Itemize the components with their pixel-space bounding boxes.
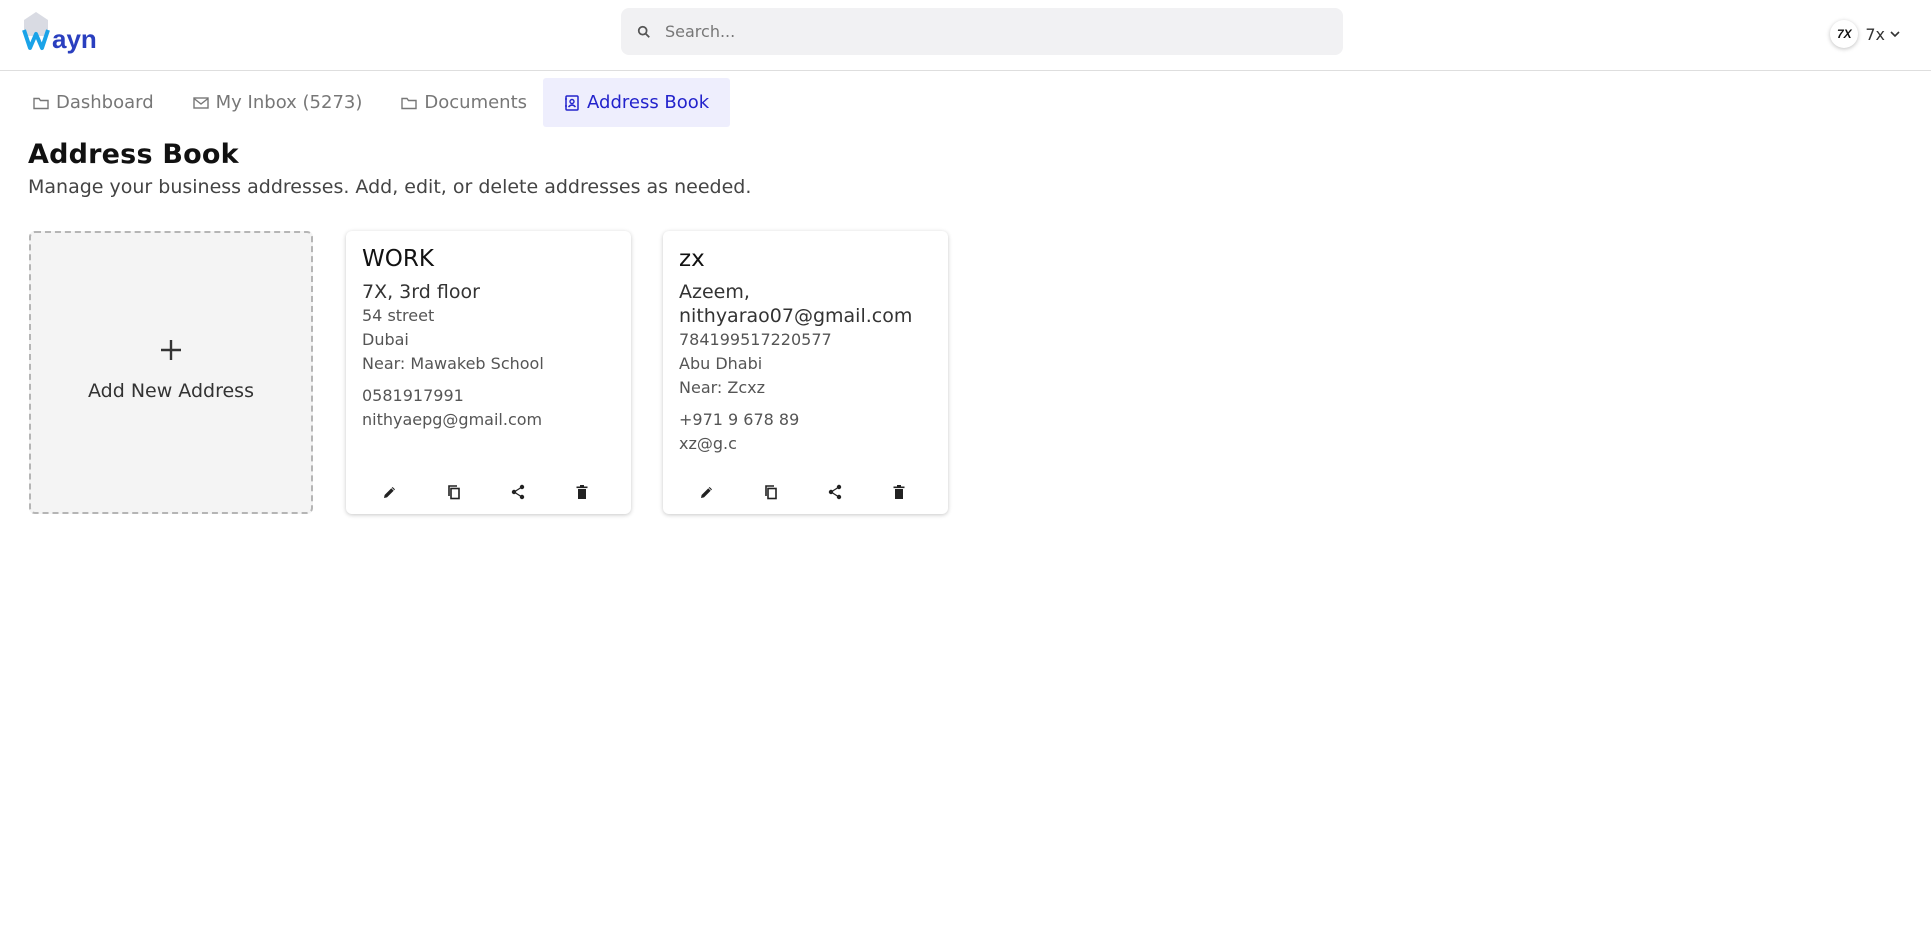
copy-icon (448, 485, 460, 500)
tab-label: Dashboard (56, 92, 154, 113)
address-card: zx Azeem, nithyarao07@gmail.com 78419951… (663, 231, 948, 514)
contact-book-icon (565, 94, 579, 111)
address-line-1-cont: nithyarao07@gmail.com (679, 305, 913, 327)
svg-text:ayn: ayn (52, 24, 97, 54)
address-email: nithyaepg@gmail.com (362, 410, 543, 429)
plus-icon (161, 340, 181, 360)
search-input[interactable] (665, 16, 1305, 47)
address-card: WORK 7X, 3rd floor 54 street Dubai Near:… (346, 231, 631, 514)
address-phone: +971 9 678 89 (679, 410, 800, 429)
share-button[interactable] (510, 484, 526, 500)
wayn-logo[interactable]: ayn (22, 10, 142, 54)
address-details: 7X, 3rd floor 54 street Dubai Near: Mawa… (362, 280, 622, 432)
folder-icon (401, 97, 418, 109)
wayn-logo-graphic: ayn (22, 12, 97, 54)
add-new-address-label: Add New Address (88, 380, 254, 402)
edit-button[interactable] (382, 484, 398, 500)
edit-icon (701, 487, 712, 498)
address-line-3: Abu Dhabi (679, 354, 763, 373)
copy-button[interactable] (763, 484, 779, 500)
share-icon (511, 484, 525, 500)
address-line-4: Near: Zcxz (679, 378, 766, 397)
page-title: Address Book (28, 139, 239, 170)
tab-address-book[interactable]: Address Book (543, 78, 731, 127)
search-bar[interactable] (621, 8, 1343, 55)
tab-label: Address Book (587, 92, 710, 113)
delete-icon (576, 485, 588, 499)
card-actions (663, 484, 948, 500)
delete-button[interactable] (891, 484, 907, 500)
tab-documents[interactable]: Documents (390, 78, 543, 127)
edit-button[interactable] (699, 484, 715, 500)
address-line-2: 784199517220577 (679, 330, 832, 349)
delete-icon (893, 485, 905, 499)
address-line-1: Azeem, (679, 281, 750, 303)
edit-icon (384, 487, 395, 498)
copy-button[interactable] (446, 484, 462, 500)
delete-button[interactable] (574, 484, 590, 500)
address-details: Azeem, nithyarao07@gmail.com 78419951722… (679, 280, 939, 456)
chevron-down-icon (1890, 31, 1900, 38)
tab-dashboard[interactable]: Dashboard (22, 78, 170, 127)
address-line-1: 7X, 3rd floor (362, 281, 480, 303)
add-new-address-card[interactable]: Add New Address (29, 231, 313, 514)
tab-label: Documents (424, 92, 528, 113)
user-menu[interactable]: 7X 7x (1830, 20, 1901, 48)
top-header: ayn 7X 7x (0, 0, 1931, 71)
card-actions (346, 484, 631, 500)
share-button[interactable] (827, 484, 843, 500)
address-line-3: Dubai (362, 330, 409, 349)
user-name: 7x (1865, 24, 1885, 44)
copy-icon (765, 485, 777, 500)
address-title: WORK (362, 246, 434, 272)
address-line-4: Near: Mawakeb School (362, 354, 544, 373)
share-icon (828, 484, 842, 500)
tab-label: My Inbox (5273) (215, 92, 363, 113)
avatar: 7X (1830, 20, 1859, 48)
page-subtitle: Manage your business addresses. Add, edi… (28, 176, 752, 198)
tab-my-inbox[interactable]: My Inbox (5273) (182, 78, 379, 127)
address-phone: 0581917991 (362, 386, 464, 405)
address-line-2: 54 street (362, 306, 435, 325)
mail-icon (192, 96, 209, 109)
search-icon (637, 25, 650, 38)
folder-icon (33, 97, 49, 109)
address-email: xz@g.c (679, 434, 737, 453)
nav-tabs: Dashboard My Inbox (5273) Documents Addr… (22, 78, 731, 127)
address-title: zx (679, 246, 705, 272)
